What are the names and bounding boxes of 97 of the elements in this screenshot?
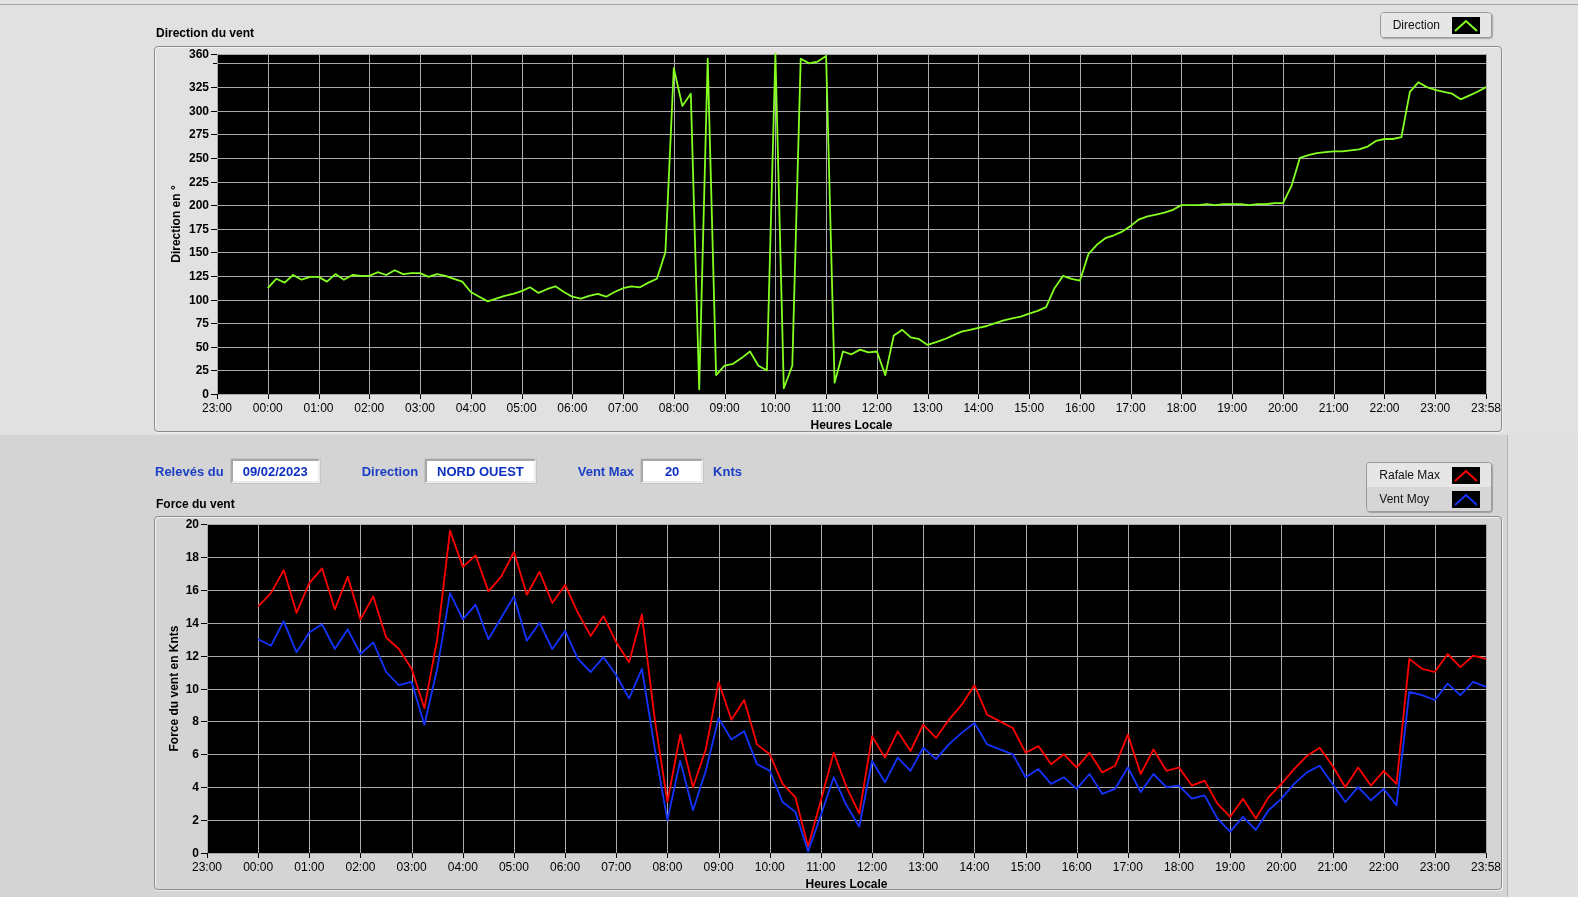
y-tick-label: 275 xyxy=(188,127,209,142)
legend-label: Direction xyxy=(1392,18,1440,32)
y-tick-label: 20 xyxy=(185,517,199,531)
x-tick-label: 22:00 xyxy=(1368,860,1399,874)
x-tick-label: 20:00 xyxy=(1266,860,1297,874)
x-axis-title: Heures Locale xyxy=(805,877,888,889)
legend-label: Rafale Max xyxy=(1379,468,1440,482)
y-axis-title: Force du vent en Knts xyxy=(167,625,182,752)
x-tick-label: 23:00 xyxy=(1419,860,1450,874)
x-tick-label: 07:00 xyxy=(608,401,639,415)
line-swatch-icon xyxy=(1452,490,1480,508)
chart-title: Force du vent xyxy=(156,497,235,512)
y-tick-label: 2 xyxy=(192,813,199,828)
value-field[interactable]: 09/02/2023 xyxy=(230,459,320,483)
x-tick-label: 17:00 xyxy=(1115,401,1146,415)
x-tick-label: 07:00 xyxy=(601,860,632,874)
field-label: Relevés du xyxy=(155,463,224,479)
line-swatch-icon xyxy=(1452,16,1480,34)
x-tick-label: 00:00 xyxy=(243,860,274,874)
x-tick-label: 05:00 xyxy=(506,401,537,415)
line-swatch-icon xyxy=(1452,466,1480,484)
y-tick-label: 75 xyxy=(195,316,209,331)
x-tick-label: 22:00 xyxy=(1369,401,1400,415)
chart-title: Direction du vent xyxy=(156,26,254,41)
y-tick-label: 175 xyxy=(188,221,209,236)
x-tick-label: 06:00 xyxy=(557,401,588,415)
y-tick-label: 360 xyxy=(188,47,209,61)
y-tick-label: 250 xyxy=(188,150,209,165)
x-tick-label: 23:58 xyxy=(1471,401,1501,415)
y-tick-label: 14 xyxy=(185,615,199,630)
x-tick-label: 06:00 xyxy=(550,860,581,874)
y-tick-label: 300 xyxy=(188,103,209,118)
x-tick-label: 12:00 xyxy=(857,860,888,874)
y-tick-label: 12 xyxy=(185,648,199,663)
x-tick-label: 21:00 xyxy=(1318,401,1349,415)
x-tick-label: 09:00 xyxy=(703,860,734,874)
x-tick-label: 23:00 xyxy=(192,860,222,874)
x-tick-label: 02:00 xyxy=(345,860,376,874)
x-tick-label: 17:00 xyxy=(1112,860,1143,874)
x-tick-label: 01:00 xyxy=(294,860,325,874)
x-tick-label: 12:00 xyxy=(861,401,892,415)
x-tick-label: 03:00 xyxy=(405,401,436,415)
x-tick-label: 20:00 xyxy=(1267,401,1298,415)
field-label: Vent Max xyxy=(577,463,635,479)
x-tick-label: 01:00 xyxy=(303,401,334,415)
x-tick-label: 19:00 xyxy=(1215,860,1246,874)
x-tick-label: 02:00 xyxy=(354,401,385,415)
y-tick-label: 8 xyxy=(192,714,199,729)
x-tick-label: 10:00 xyxy=(760,401,791,415)
y-tick-label: 25 xyxy=(195,363,209,378)
legend-label: Vent Moy xyxy=(1379,492,1430,506)
x-tick-label: 13:00 xyxy=(912,401,943,415)
y-tick-label: 18 xyxy=(185,549,199,564)
x-tick-label: 18:00 xyxy=(1166,401,1197,415)
x-tick-label: 00:00 xyxy=(252,401,283,415)
x-tick-label: 15:00 xyxy=(1010,860,1041,874)
field-label: Direction xyxy=(361,463,419,479)
x-tick-label: 16:00 xyxy=(1061,860,1092,874)
x-tick-label: 21:00 xyxy=(1317,860,1348,874)
x-tick-label: 04:00 xyxy=(447,860,478,874)
y-tick-label: 4 xyxy=(192,780,199,795)
y-tick-label: 150 xyxy=(188,245,209,260)
x-tick-label: 15:00 xyxy=(1014,401,1045,415)
x-axis-title: Heures Locale xyxy=(810,418,893,431)
x-tick-label: 09:00 xyxy=(709,401,740,415)
y-tick-label: 325 xyxy=(188,80,209,95)
y-tick-label: 6 xyxy=(192,747,199,762)
y-axis-title: Direction en ° xyxy=(169,185,184,263)
x-tick-label: 23:58 xyxy=(1471,860,1501,874)
value-field[interactable]: NORD OUEST xyxy=(425,459,536,483)
x-tick-label: 10:00 xyxy=(754,860,785,874)
x-tick-label: 23:00 xyxy=(1420,401,1451,415)
y-tick-label: 200 xyxy=(188,198,209,213)
x-tick-label: 11:00 xyxy=(811,401,841,415)
x-tick-label: 16:00 xyxy=(1064,401,1095,415)
y-tick-label: 100 xyxy=(188,292,209,307)
x-tick-label: 18:00 xyxy=(1164,860,1195,874)
x-tick-label: 14:00 xyxy=(959,860,990,874)
y-tick-label: 10 xyxy=(185,681,199,696)
y-tick-label: 16 xyxy=(185,582,199,597)
x-tick-label: 23:00 xyxy=(202,401,232,415)
x-tick-label: 11:00 xyxy=(806,860,836,874)
unit-label: Knts xyxy=(713,463,742,479)
x-tick-label: 08:00 xyxy=(658,401,689,415)
x-tick-label: 14:00 xyxy=(963,401,994,415)
y-tick-label: 50 xyxy=(195,339,209,354)
x-tick-label: 03:00 xyxy=(396,860,427,874)
x-tick-label: 05:00 xyxy=(498,860,529,874)
x-tick-label: 08:00 xyxy=(652,860,683,874)
y-tick-label: 225 xyxy=(188,174,209,189)
y-tick-label: 125 xyxy=(188,268,209,283)
y-tick-label: 0 xyxy=(202,387,209,401)
value-field[interactable]: 20 xyxy=(641,459,704,483)
y-tick-label: 0 xyxy=(192,846,199,860)
x-tick-label: 04:00 xyxy=(455,401,486,415)
x-tick-label: 19:00 xyxy=(1217,401,1248,415)
x-tick-label: 13:00 xyxy=(908,860,939,874)
